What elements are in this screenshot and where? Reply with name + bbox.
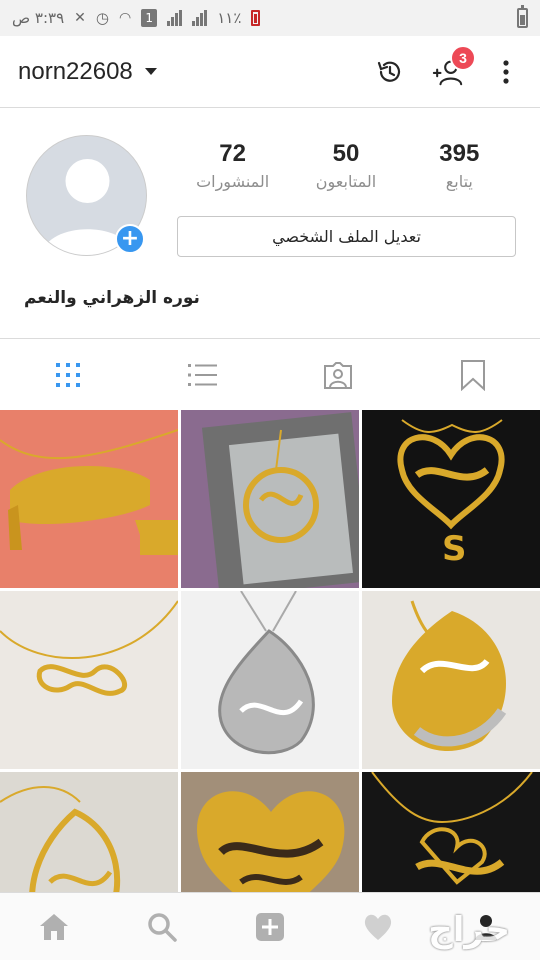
username[interactable]: norn22608 <box>18 58 133 86</box>
options-button[interactable] <box>490 56 522 88</box>
tagged-icon <box>323 361 352 389</box>
signal-2-icon <box>192 10 208 26</box>
battery-low-icon <box>251 10 261 26</box>
tab-grid[interactable] <box>38 355 98 395</box>
home-icon <box>40 913 68 940</box>
heart-icon <box>364 914 392 940</box>
necklace-image <box>181 410 359 588</box>
post-thumbnail[interactable] <box>362 591 540 769</box>
tab-list[interactable] <box>173 355 233 395</box>
mute-icon: ✕ <box>74 10 86 26</box>
search-icon <box>148 912 177 942</box>
stat-label: يتابع <box>445 172 473 191</box>
notification-badge: 3 <box>450 44 476 71</box>
tab-tagged[interactable] <box>308 355 368 395</box>
header-actions: 3 <box>374 44 522 88</box>
post-thumbnail[interactable] <box>181 410 359 588</box>
alarm-icon: ◷ <box>95 9 109 27</box>
add-post-icon <box>256 912 284 941</box>
sim-icon: 1 <box>141 9 158 27</box>
profile-tabs <box>0 338 540 410</box>
list-icon <box>187 363 217 386</box>
svg-text:S: S <box>442 529 467 569</box>
plus-icon: + <box>120 226 140 251</box>
necklace-image <box>0 591 178 769</box>
wifi-icon: ◠ <box>118 10 132 26</box>
post-thumbnail[interactable]: S <box>362 410 540 588</box>
nav-activity[interactable] <box>348 902 408 952</box>
stat-value: 72 <box>219 140 246 167</box>
app-header: norn22608 3 <box>0 36 540 108</box>
grid-icon <box>55 362 80 387</box>
post-grid: S <box>0 410 540 950</box>
necklace-image: S <box>362 410 540 588</box>
nav-home[interactable] <box>24 902 84 952</box>
stat-followers[interactable]: 50 المتابعون <box>291 140 401 191</box>
account-dropdown-icon[interactable] <box>144 68 157 75</box>
stat-following[interactable]: 395 يتابع <box>404 140 514 191</box>
battery-percent: ١١٪ <box>217 9 242 27</box>
add-story-button[interactable]: + <box>115 224 145 254</box>
more-options-icon <box>503 59 509 84</box>
discover-people-button[interactable]: 3 <box>432 44 476 88</box>
necklace-image <box>0 410 178 588</box>
bookmark-icon <box>460 359 485 391</box>
status-left: ٣:٣٩ ص ✕ ◷ ◠ 1 ١١٪ <box>12 9 261 27</box>
stat-posts[interactable]: 72 المنشورات <box>178 140 288 191</box>
stat-label: المتابعون <box>315 172 377 191</box>
nav-search[interactable] <box>132 902 192 952</box>
profile-stats: 72 المنشورات 50 المتابعون 395 يتابع <box>176 140 516 191</box>
necklace-image <box>181 591 359 769</box>
status-time: ٣:٣٩ ص <box>12 9 65 27</box>
stat-value: 395 <box>439 140 480 167</box>
archive-button[interactable] <box>374 56 406 88</box>
post-thumbnail[interactable] <box>0 410 178 588</box>
stat-label: المنشورات <box>196 172 270 191</box>
nav-add-post[interactable] <box>240 902 300 952</box>
post-thumbnail[interactable] <box>0 591 178 769</box>
tab-saved[interactable] <box>443 355 503 395</box>
necklace-image <box>362 591 540 769</box>
display-name: نوره الزهراني والنعم <box>24 288 200 308</box>
watermark-logo: حراج <box>428 910 510 950</box>
post-thumbnail[interactable] <box>181 591 359 769</box>
battery-icon <box>517 5 528 28</box>
status-bar: ٣:٣٩ ص ✕ ◷ ◠ 1 ١١٪ <box>0 0 540 36</box>
status-right <box>517 5 528 28</box>
stat-value: 50 <box>332 140 360 167</box>
edit-profile-button[interactable]: تعديل الملف الشخصي <box>177 216 516 257</box>
signal-icon <box>167 10 183 26</box>
archive-icon <box>377 61 401 82</box>
bottom-nav: حراج <box>0 892 540 960</box>
